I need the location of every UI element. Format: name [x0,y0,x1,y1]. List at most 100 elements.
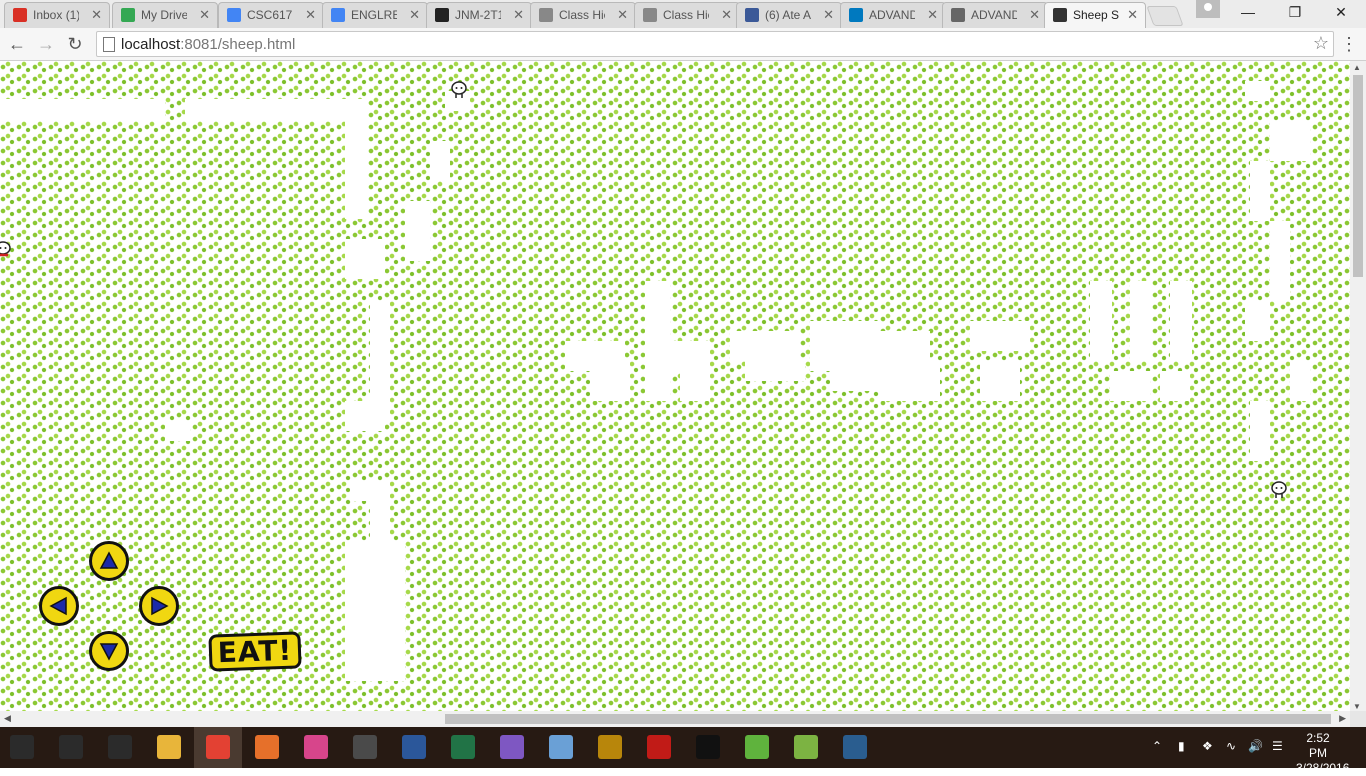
menu-icon[interactable]: ⋮ [1340,34,1358,55]
excel-icon[interactable] [451,735,475,759]
sheep [451,81,467,98]
app-purple-icon[interactable] [500,735,524,759]
down-arrow-icon [99,643,119,661]
taskbar: ⌃ ▮ ❖ ∿ 🔊 ☰ 2:52 PM 3/28/2016 [0,727,1366,775]
eaten-patch [1110,371,1150,401]
eaten-patch [1250,401,1270,461]
tray-chevron-icon[interactable]: ⌃ [1152,739,1162,753]
task-view-icon[interactable] [108,735,132,759]
url-text[interactable]: localhost:8081/sheep.html [121,36,295,53]
horizontal-scrollbar[interactable]: ◀ ▶ [0,711,1350,727]
game-canvas[interactable]: EAT! [0,61,1350,711]
address-bar[interactable]: localhost:8081/sheep.html ☆ [96,31,1334,57]
firefox-icon[interactable] [255,735,279,759]
file-explorer-icon[interactable] [157,735,181,759]
tab-6[interactable]: Class Hie ✕ [634,2,740,28]
tab-8[interactable]: ADVAND ✕ [840,2,946,28]
tab-close-icon[interactable]: ✕ [927,7,938,23]
tab-10[interactable]: Sheep Si ✕ [1044,2,1146,28]
wifi-icon[interactable]: ∿ [1226,739,1236,753]
eaten-patch [345,401,385,431]
back-button[interactable]: ← [6,33,28,55]
vertical-scrollbar[interactable]: ▲ ▼ [1350,61,1366,711]
tab-close-icon[interactable]: ✕ [617,7,628,23]
scroll-thumb[interactable] [445,714,1331,724]
bookmark-star-icon[interactable]: ☆ [1313,33,1329,54]
itunes-icon[interactable] [304,735,328,759]
eaten-patch [370,501,390,541]
photos-icon[interactable] [549,735,573,759]
forward-button[interactable]: → [35,33,57,55]
scroll-left-icon[interactable]: ◀ [4,713,11,724]
tab-0[interactable]: Inbox (1) ✕ [4,2,110,28]
eaten-patch [0,99,165,121]
android-studio-icon[interactable] [794,735,818,759]
tab-close-icon[interactable]: ✕ [1029,7,1040,23]
start-icon[interactable] [10,735,34,759]
close-window-button[interactable]: ✕ [1331,4,1351,22]
game-icon[interactable] [598,735,622,759]
tab-4[interactable]: JNM-2T1 ✕ [426,2,532,28]
scroll-down-icon[interactable]: ▼ [1353,702,1361,711]
eaten-patch [970,321,1030,351]
player-sheep [0,241,11,257]
tab-label: (6) Ate A [765,8,811,22]
clock[interactable]: 2:52 PM 3/28/2016 [1296,731,1350,776]
sublime-icon[interactable] [353,735,377,759]
tab-1[interactable]: My Drive ✕ [112,2,218,28]
eaten-patch [1130,281,1152,361]
tab-close-icon[interactable]: ✕ [513,7,524,23]
eaten-patch [1270,221,1290,301]
volume-icon[interactable]: 🔊 [1248,739,1263,753]
up-button[interactable] [89,541,129,581]
word-icon[interactable] [402,735,426,759]
terminal-icon[interactable] [696,735,720,759]
maximize-button[interactable]: ❐ [1285,4,1305,22]
utorrent-icon[interactable] [745,735,769,759]
eaten-patch [645,281,670,401]
notifications-icon[interactable]: ☰ [1272,739,1283,753]
eaten-patch [1245,301,1270,341]
tab-close-icon[interactable]: ✕ [409,7,420,23]
tab-close-icon[interactable]: ✕ [305,7,316,23]
tab-7[interactable]: (6) Ate A ✕ [736,2,842,28]
docs-icon [331,8,345,22]
eaten-patch [870,331,930,361]
eat-button[interactable]: EAT! [208,631,302,672]
battery-icon[interactable]: ▮ [1178,739,1185,753]
eaten-patch [1290,361,1310,401]
left-button[interactable] [39,586,79,626]
clock-date: 3/28/2016 [1296,761,1350,775]
right-button[interactable] [139,586,179,626]
tab-close-icon[interactable]: ✕ [91,7,102,23]
minimize-button[interactable]: — [1238,4,1258,22]
page-icon [643,8,657,22]
scroll-thumb[interactable] [1353,75,1363,277]
tab-9[interactable]: ADVAND ✕ [942,2,1048,28]
profile-icon[interactable] [1196,0,1220,18]
dropbox-icon[interactable]: ❖ [1202,739,1213,753]
reload-button[interactable]: ↻ [64,33,86,55]
tab-5[interactable]: Class Hie ✕ [530,2,636,28]
tab-label: CSC617M [247,8,293,22]
tab-close-icon[interactable]: ✕ [823,7,834,23]
chrome-icon[interactable] [206,735,230,759]
scroll-up-icon[interactable]: ▲ [1353,63,1361,72]
acrobat-icon[interactable] [647,735,671,759]
search-icon[interactable] [59,735,83,759]
workbench-icon[interactable] [843,735,867,759]
tab-close-icon[interactable]: ✕ [199,7,210,23]
scroll-right-icon[interactable]: ▶ [1339,713,1346,724]
eaten-patch [745,361,805,381]
tab-label: ENGLRES [351,8,397,22]
eaten-patch [405,201,430,261]
tab-close-icon[interactable]: ✕ [721,7,732,23]
tab-3[interactable]: ENGLRES ✕ [322,2,428,28]
tab-2[interactable]: CSC617M ✕ [218,2,324,28]
new-tab-button[interactable] [1146,6,1184,26]
eaten-patch [1160,371,1190,401]
tab-close-icon[interactable]: ✕ [1127,7,1138,23]
down-button[interactable] [89,631,129,671]
tab-label: JNM-2T1 [455,8,501,22]
tab-label: Class Hie [663,8,709,22]
